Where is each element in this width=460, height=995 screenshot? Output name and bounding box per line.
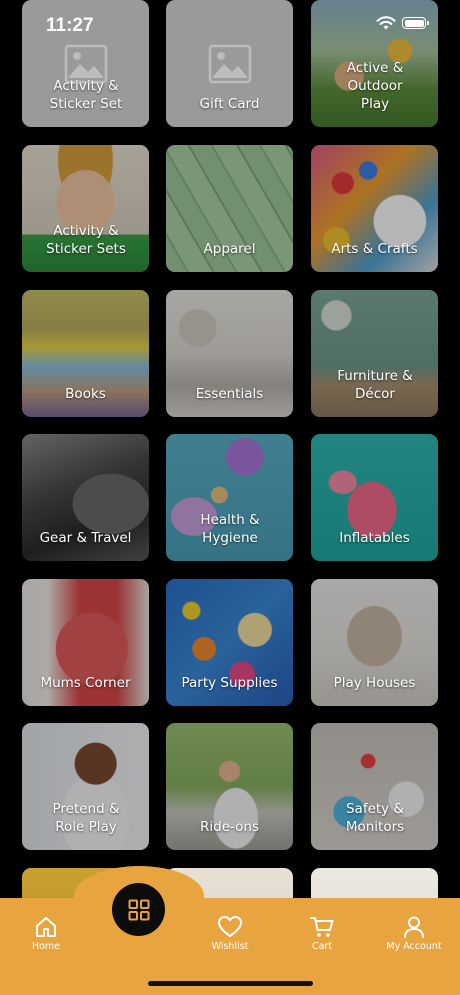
tab-account-label: My Account — [386, 941, 442, 952]
category-ride-ons[interactable]: Ride-ons — [166, 723, 293, 850]
cart-icon — [310, 917, 334, 937]
category-label: Pretend & Role Play — [52, 801, 120, 835]
category-label: Activity & Sticker Sets — [46, 223, 126, 257]
category-label: Books — [65, 386, 106, 402]
wifi-icon — [376, 16, 396, 30]
categories-button[interactable] — [112, 883, 165, 936]
category-party-supplies[interactable]: Party Supplies — [166, 579, 293, 706]
category-label: Ride-ons — [200, 819, 259, 835]
category-label: Gear & Travel — [39, 530, 132, 546]
category-essentials[interactable]: Essentials — [166, 290, 293, 417]
category-gear-travel[interactable]: Gear & Travel — [22, 434, 149, 561]
category-furniture-decor[interactable]: Furniture & Décor — [311, 290, 438, 417]
category-label: Mums Corner — [40, 675, 131, 691]
category-label: Party Supplies — [181, 675, 278, 691]
category-label: Play Houses — [333, 675, 416, 691]
category-label: Safety & Monitors — [345, 801, 405, 835]
tab-cart-label: Cart — [311, 941, 333, 952]
category-pretend-role-play[interactable]: Pretend & Role Play — [22, 723, 149, 850]
heart-icon — [218, 916, 242, 937]
user-icon — [404, 916, 424, 938]
tab-account[interactable]: My Account — [374, 915, 454, 952]
home-icon — [36, 917, 56, 937]
category-arts-crafts[interactable]: Arts & Crafts — [311, 145, 438, 272]
category-label: Apparel — [203, 241, 256, 257]
category-label: Essentials — [195, 386, 264, 402]
category-apparel[interactable]: Apparel — [166, 145, 293, 272]
home-indicator — [148, 981, 313, 986]
tab-wishlist[interactable]: Wishlist — [190, 915, 270, 952]
category-health-hygiene[interactable]: Health & Hygiene — [166, 434, 293, 561]
status-time: 11:27 — [46, 15, 94, 36]
category-label: Health & Hygiene — [200, 512, 260, 546]
category-inflatables[interactable]: Inflatables — [311, 434, 438, 561]
category-mums-corner[interactable]: Mums Corner — [22, 579, 149, 706]
category-label: Active & Outdoor Play — [346, 60, 404, 112]
tab-home[interactable]: Home — [6, 915, 86, 952]
tab-cart[interactable]: Cart — [282, 915, 362, 952]
category-label: Inflatables — [339, 530, 410, 546]
category-books[interactable]: Books — [22, 290, 149, 417]
category-label: Activity & Sticker Set — [49, 78, 123, 112]
category-label: Gift Card — [199, 96, 260, 112]
category-play-houses[interactable]: Play Houses — [311, 579, 438, 706]
category-safety-monitors[interactable]: Safety & Monitors — [311, 723, 438, 850]
category-activity-sticker-sets[interactable]: Activity & Sticker Sets — [22, 145, 149, 272]
status-bar: 11:27 — [0, 0, 460, 50]
tab-wishlist-label: Wishlist — [211, 941, 249, 952]
tab-home-label: Home — [31, 941, 61, 952]
category-label: Arts & Crafts — [331, 241, 418, 257]
battery-icon — [402, 17, 429, 29]
category-label: Furniture & Décor — [337, 368, 413, 402]
grid-icon — [128, 899, 149, 920]
